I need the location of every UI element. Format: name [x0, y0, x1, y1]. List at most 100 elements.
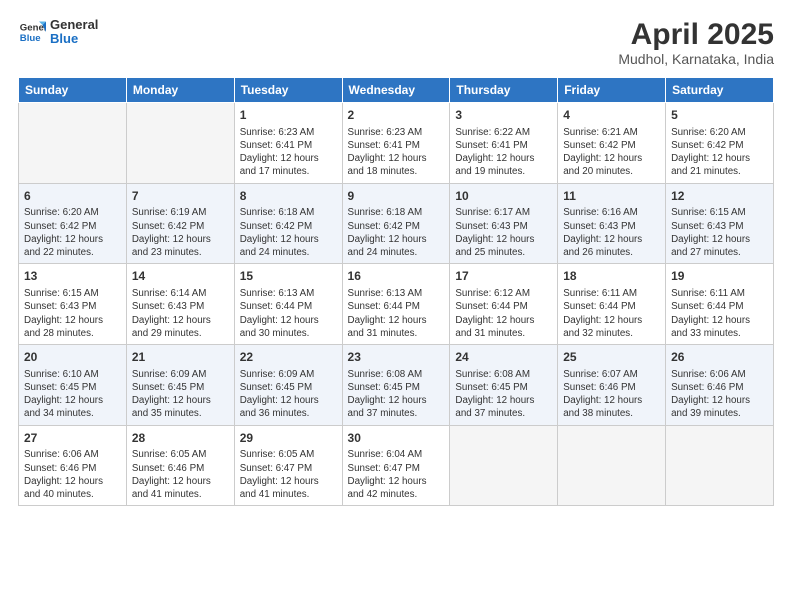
empty-cell: [126, 103, 234, 184]
svg-text:Blue: Blue: [20, 33, 41, 44]
day-number: 29: [240, 430, 337, 447]
day-number: 14: [132, 268, 229, 285]
col-header-wednesday: Wednesday: [342, 78, 450, 103]
day-cell-25: 25 Sunrise: 6:07 AM Sunset: 6:46 PM Dayli…: [558, 345, 666, 426]
day-cell-19: 19 Sunrise: 6:11 AM Sunset: 6:44 PM Dayli…: [666, 264, 774, 345]
day-cell-30: 30Sunrise: 6:04 AM Sunset: 6:47 PM Dayli…: [342, 425, 450, 506]
week-row-3: 13Sunrise: 6:15 AM Sunset: 6:43 PM Dayli…: [19, 264, 774, 345]
day-number: 20: [24, 349, 121, 366]
day-number: 19: [671, 268, 768, 285]
day-number: 16: [348, 268, 445, 285]
week-row-2: 6Sunrise: 6:20 AM Sunset: 6:42 PM Daylig…: [19, 183, 774, 264]
header: General Blue General Blue April 2025 Mud…: [18, 18, 774, 67]
empty-cell: [19, 103, 127, 184]
day-number: 27: [24, 430, 121, 447]
day-cell-29: 29Sunrise: 6:05 AM Sunset: 6:47 PM Dayli…: [234, 425, 342, 506]
day-cell-14: 14Sunrise: 6:14 AM Sunset: 6:43 PM Dayli…: [126, 264, 234, 345]
day-info: Sunrise: 6:15 AM Sunset: 6:43 PM Dayligh…: [671, 206, 768, 259]
col-header-friday: Friday: [558, 78, 666, 103]
day-number: 21: [132, 349, 229, 366]
day-info: Sunrise: 6:08 AM Sunset: 6:45 PM Dayligh…: [455, 368, 552, 421]
day-info: Sunrise: 6:20 AM Sunset: 6:42 PM Dayligh…: [24, 206, 121, 259]
page: General Blue General Blue April 2025 Mud…: [0, 0, 792, 612]
day-cell-9: 9Sunrise: 6:18 AM Sunset: 6:42 PM Daylig…: [342, 183, 450, 264]
day-cell-7: 7Sunrise: 6:19 AM Sunset: 6:42 PM Daylig…: [126, 183, 234, 264]
day-number: 12: [671, 188, 768, 205]
day-info: Sunrise: 6:19 AM Sunset: 6:42 PM Dayligh…: [132, 206, 229, 259]
day-number: 24: [455, 349, 552, 366]
day-info: Sunrise: 6:13 AM Sunset: 6:44 PM Dayligh…: [240, 287, 337, 340]
day-cell-16: 16Sunrise: 6:13 AM Sunset: 6:44 PM Dayli…: [342, 264, 450, 345]
day-info: Sunrise: 6:04 AM Sunset: 6:47 PM Dayligh…: [348, 448, 445, 501]
day-number: 6: [24, 188, 121, 205]
day-info: Sunrise: 6:08 AM Sunset: 6:45 PM Dayligh…: [348, 368, 445, 421]
day-number: 7: [132, 188, 229, 205]
day-number: 5: [671, 107, 768, 124]
day-info: Sunrise: 6:16 AM Sunset: 6:43 PM Dayligh…: [563, 206, 660, 259]
day-cell-21: 21 Sunrise: 6:09 AM Sunset: 6:45 PM Dayli…: [126, 345, 234, 426]
col-header-tuesday: Tuesday: [234, 78, 342, 103]
day-info: Sunrise: 6:06 AM Sunset: 6:46 PM Dayligh…: [24, 448, 121, 501]
day-cell-17: 17 Sunrise: 6:12 AM Sunset: 6:44 PM Dayli…: [450, 264, 558, 345]
day-info: Sunrise: 6:23 AM Sunset: 6:41 PM Dayligh…: [348, 126, 445, 179]
day-number: 18: [563, 268, 660, 285]
day-number: 10: [455, 188, 552, 205]
subtitle: Mudhol, Karnataka, India: [618, 51, 774, 67]
day-info: Sunrise: 6:11 AM Sunset: 6:44 PM Dayligh…: [671, 287, 768, 340]
day-cell-4: 4 Sunrise: 6:21 AM Sunset: 6:42 PM Daylig…: [558, 103, 666, 184]
day-cell-20: 20Sunrise: 6:10 AM Sunset: 6:45 PM Dayli…: [19, 345, 127, 426]
logo-icon: General Blue: [18, 18, 46, 46]
col-header-sunday: Sunday: [19, 78, 127, 103]
day-info: Sunrise: 6:18 AM Sunset: 6:42 PM Dayligh…: [348, 206, 445, 259]
day-cell-1: 1Sunrise: 6:23 AM Sunset: 6:41 PM Daylig…: [234, 103, 342, 184]
day-info: Sunrise: 6:20 AM Sunset: 6:42 PM Dayligh…: [671, 126, 768, 179]
day-number: 4: [563, 107, 660, 124]
day-info: Sunrise: 6:17 AM Sunset: 6:43 PM Dayligh…: [455, 206, 552, 259]
day-cell-27: 27Sunrise: 6:06 AM Sunset: 6:46 PM Dayli…: [19, 425, 127, 506]
day-number: 30: [348, 430, 445, 447]
day-info: Sunrise: 6:21 AM Sunset: 6:42 PM Dayligh…: [563, 126, 660, 179]
day-number: 28: [132, 430, 229, 447]
day-number: 26: [671, 349, 768, 366]
day-info: Sunrise: 6:05 AM Sunset: 6:47 PM Dayligh…: [240, 448, 337, 501]
day-info: Sunrise: 6:09 AM Sunset: 6:45 PM Dayligh…: [132, 368, 229, 421]
day-cell-24: 24 Sunrise: 6:08 AM Sunset: 6:45 PM Dayli…: [450, 345, 558, 426]
col-header-thursday: Thursday: [450, 78, 558, 103]
day-info: Sunrise: 6:06 AM Sunset: 6:46 PM Dayligh…: [671, 368, 768, 421]
day-info: Sunrise: 6:12 AM Sunset: 6:44 PM Dayligh…: [455, 287, 552, 340]
day-number: 2: [348, 107, 445, 124]
empty-cell: [666, 425, 774, 506]
day-cell-13: 13Sunrise: 6:15 AM Sunset: 6:43 PM Dayli…: [19, 264, 127, 345]
day-number: 8: [240, 188, 337, 205]
week-row-1: 1 Sunrise: 6:23 AM Sunset: 6:41 PM Daylig…: [19, 103, 774, 184]
day-number: 1: [240, 107, 337, 124]
day-info: Sunrise: 6:11 AM Sunset: 6:44 PM Dayligh…: [563, 287, 660, 340]
col-header-monday: Monday: [126, 78, 234, 103]
day-cell-28: 28Sunrise: 6:05 AM Sunset: 6:46 PM Dayli…: [126, 425, 234, 506]
day-cell-2: 2 Sunrise: 6:23 AM Sunset: 6:41 PM Daylig…: [342, 103, 450, 184]
day-cell-23: 23Sunrise: 6:08 AM Sunset: 6:45 PM Dayli…: [342, 345, 450, 426]
logo: General Blue General Blue: [18, 18, 98, 47]
day-cell-26: 26 Sunrise: 6:06 AM Sunset: 6:46 PM Dayli…: [666, 345, 774, 426]
col-header-saturday: Saturday: [666, 78, 774, 103]
day-info: Sunrise: 6:07 AM Sunset: 6:46 PM Dayligh…: [563, 368, 660, 421]
day-number: 9: [348, 188, 445, 205]
day-cell-8: 8Sunrise: 6:18 AM Sunset: 6:42 PM Daylig…: [234, 183, 342, 264]
day-info: Sunrise: 6:05 AM Sunset: 6:46 PM Dayligh…: [132, 448, 229, 501]
calendar-header-row: SundayMondayTuesdayWednesdayThursdayFrid…: [19, 78, 774, 103]
day-number: 3: [455, 107, 552, 124]
empty-cell: [558, 425, 666, 506]
day-number: 25: [563, 349, 660, 366]
logo-text: General Blue: [50, 18, 98, 47]
day-info: Sunrise: 6:18 AM Sunset: 6:42 PM Dayligh…: [240, 206, 337, 259]
day-info: Sunrise: 6:22 AM Sunset: 6:41 PM Dayligh…: [455, 126, 552, 179]
day-number: 15: [240, 268, 337, 285]
day-cell-11: 11Sunrise: 6:16 AM Sunset: 6:43 PM Dayli…: [558, 183, 666, 264]
day-number: 17: [455, 268, 552, 285]
main-title: April 2025: [618, 18, 774, 51]
title-block: April 2025 Mudhol, Karnataka, India: [618, 18, 774, 67]
day-number: 11: [563, 188, 660, 205]
day-cell-6: 6Sunrise: 6:20 AM Sunset: 6:42 PM Daylig…: [19, 183, 127, 264]
day-number: 22: [240, 349, 337, 366]
day-info: Sunrise: 6:09 AM Sunset: 6:45 PM Dayligh…: [240, 368, 337, 421]
